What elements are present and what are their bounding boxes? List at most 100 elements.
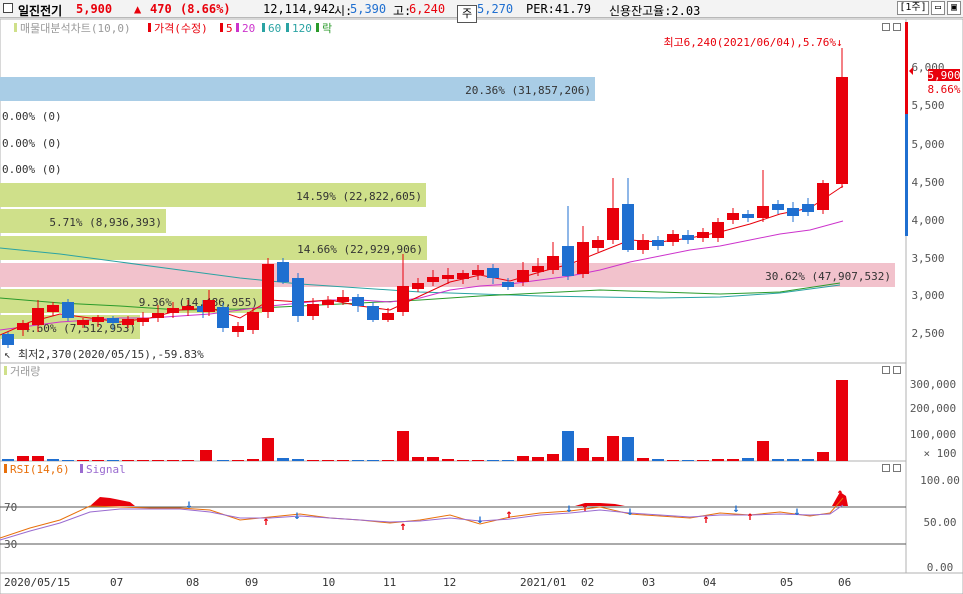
legend-ma120: 120 [292, 22, 312, 35]
sell-arrow-icon: ↓ [293, 508, 300, 522]
volume-bar [77, 460, 89, 461]
candle-body [412, 283, 424, 289]
volume-bar [152, 460, 164, 461]
candle-body [742, 214, 754, 218]
volume-bar [217, 460, 229, 461]
candle-body [322, 300, 334, 305]
volume-bar [727, 459, 739, 461]
buy-arrow-icon: ↑ [702, 512, 709, 526]
volume-panel-close-icon[interactable] [893, 366, 901, 374]
candle-body [442, 275, 454, 279]
price-panel-minimize-icon[interactable] [882, 23, 890, 31]
candle-body [547, 256, 559, 270]
candle-body [352, 297, 364, 306]
volume-bar [107, 460, 119, 461]
candle-body [727, 213, 739, 220]
volume-bar [47, 459, 59, 461]
profile-label-5: 5.71% (8,936,393) [49, 216, 162, 229]
legend-profile: 매물대분석차트(10,0) [20, 22, 131, 35]
candle-body [517, 270, 529, 282]
x-tick-0: 2020/05/15 [4, 576, 70, 589]
x-tick-4: 10 [322, 576, 335, 589]
volume-bar [322, 460, 334, 461]
volume-bar [742, 458, 754, 461]
profile-label-4: 14.59% (22,822,605) [296, 190, 422, 203]
candle-body [802, 204, 814, 212]
volume-bar [517, 456, 529, 461]
sell-arrow-icon: ↓ [476, 512, 483, 526]
price-tick-3: 4,500 [911, 176, 944, 189]
volume-bar [427, 457, 439, 461]
candle-body [62, 302, 74, 318]
candle-body [203, 300, 215, 312]
x-tick-5: 11 [383, 576, 396, 589]
low-annotation-arrow-icon: ↖ [4, 348, 11, 361]
volume-tick-2: 100,000 [910, 428, 956, 441]
volume-bar [382, 460, 394, 461]
buy-arrow-icon: ↑ [399, 519, 406, 533]
volume-bar [547, 454, 559, 461]
rsi-panel-minimize-icon[interactable] [882, 464, 890, 472]
volume-legend-swatch [4, 366, 7, 375]
legend-ma5: 5 [226, 22, 233, 35]
volume-bar [232, 460, 244, 461]
volume-bar [412, 457, 424, 461]
candle-body [382, 313, 394, 320]
volume-bar [337, 460, 349, 461]
legend-swatch-ma20 [236, 23, 239, 32]
x-tick-12: 06 [838, 576, 851, 589]
candle-body [427, 277, 439, 282]
volume-bar [182, 460, 194, 461]
candle-body [337, 297, 349, 302]
legend-swatch-ma5 [220, 23, 223, 32]
profile-label-0: 20.36% (31,857,206) [465, 84, 591, 97]
price-panel-close-icon[interactable] [893, 23, 901, 31]
volume-bar [532, 457, 544, 461]
candle-body [152, 313, 164, 318]
volume-bar [352, 460, 364, 461]
candle-body [292, 278, 304, 316]
candle-body [592, 240, 604, 248]
volume-bar [277, 458, 289, 461]
candle-body [137, 318, 149, 322]
volume-bar [2, 459, 14, 461]
volume-panel-minimize-icon[interactable] [882, 366, 890, 374]
volume-bar [167, 460, 179, 461]
volume-bar [307, 460, 319, 461]
candle-body [167, 308, 179, 313]
price-tick-4: 4,000 [911, 214, 944, 227]
candle-body [32, 308, 44, 325]
buy-arrow-icon: ↑ [262, 514, 269, 528]
stock-chart[interactable]: 20.36% (31,857,206) 0.00% (0) 0.00% (0) … [0, 0, 963, 594]
x-tick-1: 07 [110, 576, 123, 589]
low-annotation: 최저2,370(2020/05/15),-59.83% [18, 348, 204, 361]
volume-bar [262, 438, 274, 461]
volume-bar [802, 459, 814, 461]
candle-body [217, 307, 229, 328]
volume-tick-1: 200,000 [910, 402, 956, 415]
candle-body [307, 304, 319, 316]
candle-body [697, 232, 709, 238]
volume-bar [92, 460, 104, 461]
volume-bar [62, 460, 74, 461]
candle-body [502, 282, 514, 287]
candle-body [247, 312, 259, 330]
x-tick-7: 2021/01 [520, 576, 566, 589]
current-pct-tag: 8.66% [927, 83, 960, 96]
candle-body [487, 268, 499, 278]
candle-body [182, 306, 194, 310]
candle-body [232, 326, 244, 332]
legend-swatch-ma60 [262, 23, 265, 32]
candle-body [47, 305, 59, 312]
volume-bar [442, 459, 454, 461]
rsi-panel-close-icon[interactable] [893, 464, 901, 472]
candle-body [262, 264, 274, 312]
sell-arrow-icon: ↓ [565, 501, 572, 515]
high-annotation: 최고6,240(2021/06/04),5.76% [663, 36, 836, 49]
volume-bar [17, 456, 29, 461]
candle-body [667, 234, 679, 242]
volume-bar [712, 459, 724, 461]
down-range-marker [905, 114, 908, 236]
rsi-legend: RSI(14,6) [10, 463, 70, 476]
candle-body [712, 222, 724, 238]
